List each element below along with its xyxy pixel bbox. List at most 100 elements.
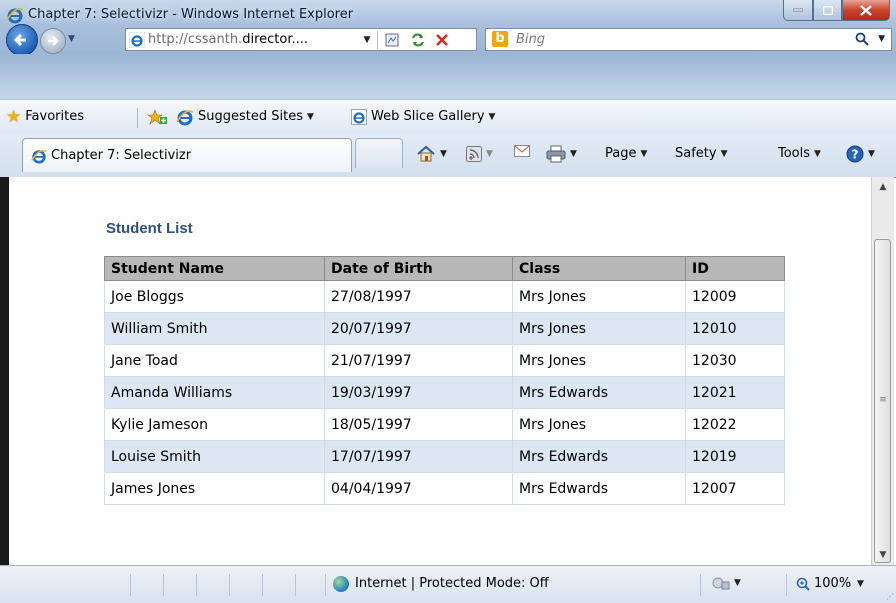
cell-student-name: William Smith [104,312,325,345]
scroll-down-button[interactable]: ▼ [872,545,894,565]
favorites-label: Favorites [25,109,84,124]
cell-class: Mrs Jones [512,344,686,377]
stop-button[interactable] [432,31,452,49]
scrollbar-thumb[interactable]: ≡ [874,239,891,563]
read-mail-button[interactable] [514,145,530,157]
cell-class: Mrs Jones [512,280,686,313]
column-header-id: ID [685,256,785,281]
search-box[interactable]: b Bing ▼ [485,28,892,51]
page-menu[interactable]: Page ▼ [605,145,647,163]
help-button[interactable]: ? ▼ [846,145,875,163]
cell-class: Mrs Edwards [512,376,686,409]
address-bar[interactable]: http://cssanth.director.... ▼ [125,28,477,51]
help-chevron-down-icon: ▼ [868,149,875,159]
table-row: Jane Toad 21/07/1997 Mrs Jones 12030 [104,344,785,377]
refresh-button[interactable] [408,31,428,49]
suggested-sites-label: Suggested Sites [198,109,303,124]
cell-id: 12030 [685,344,785,377]
address-dropdown[interactable]: ▼ [359,31,375,49]
column-header-class: Class [512,256,686,281]
suggested-sites-button[interactable]: Suggested Sites ▼ [176,108,314,126]
url-domain: director.... [242,32,309,47]
search-button[interactable] [855,32,869,51]
cell-student-name: Louise Smith [104,440,325,473]
tools-chevron-down-icon: ▼ [814,149,821,159]
forward-button[interactable] [40,28,66,54]
table-row: Kylie Jameson 18/05/1997 Mrs Jones 12022 [104,408,785,441]
feeds-icon [466,146,482,162]
feeds-chevron-down-icon: ▼ [486,149,493,159]
add-to-favorites-bar-button[interactable] [146,108,168,126]
status-separator [786,574,787,596]
status-separator [325,574,326,596]
scrollbar-grip-icon: ≡ [879,395,887,405]
forward-arrow-icon [48,36,59,46]
close-icon [860,4,872,16]
student-table: Student Name Date of Birth Class ID Joe … [104,256,785,505]
cell-student-name: Amanda Williams [104,376,325,409]
stop-icon [436,34,448,46]
add-ons-status-button[interactable]: ▼ [712,575,741,591]
cell-student-name: James Jones [104,472,325,505]
maximize-button[interactable] [813,0,842,21]
close-button[interactable] [842,0,890,21]
page-heading: Student List [106,220,193,237]
address-separator [377,31,378,49]
url-prefix: http://cssanth. [148,32,243,47]
column-header-student-name: Student Name [104,256,325,281]
cell-id: 12021 [685,376,785,409]
table-row: William Smith 20/07/1997 Mrs Jones 12010 [104,312,785,345]
favorites-separator [137,108,138,128]
back-button[interactable] [6,24,38,56]
status-separator [196,574,197,596]
protected-mode-chevron-down-icon: ▼ [734,578,741,588]
cell-class: Mrs Edwards [512,472,686,505]
feeds-button[interactable]: ▼ [466,145,493,163]
zoom-level-label: 100% [814,576,852,591]
compatibility-view-button[interactable] [382,31,402,49]
status-separator [229,574,230,596]
cell-id: 12009 [685,280,785,313]
title-bar: Chapter 7: Selectivizr - Windows Interne… [0,0,896,56]
home-button[interactable]: ▼ [416,145,447,163]
cell-date-of-birth: 04/04/1997 [324,472,513,505]
cell-class: Mrs Jones [512,312,686,345]
table-row: Joe Bloggs 27/08/1997 Mrs Jones 12009 [104,280,785,313]
print-chevron-down-icon: ▼ [570,149,577,159]
recent-pages-dropdown[interactable]: ▼ [68,34,75,44]
cell-date-of-birth: 20/07/1997 [324,312,513,345]
table-row: James Jones 04/04/1997 Mrs Edwards 12007 [104,472,785,505]
favorites-button[interactable]: ★ Favorites [6,108,84,126]
column-header-date-of-birth: Date of Birth [324,256,513,281]
status-bar: Internet | Protected Mode: Off ▼ 100% ▼ … [0,565,896,603]
zoom-chevron-down-icon[interactable]: ▼ [857,579,864,589]
vertical-scrollbar[interactable]: ▲ ≡ ▼ [871,177,894,565]
new-tab-button[interactable] [355,138,403,168]
svg-text:?: ? [852,148,859,162]
safety-menu-label: Safety [675,146,717,161]
print-icon [546,145,566,163]
zoom-level-button[interactable]: 100% [796,575,851,593]
print-button[interactable]: ▼ [546,145,577,163]
zoom-icon [796,577,810,591]
scroll-up-button[interactable]: ▲ [872,177,894,197]
search-options-dropdown[interactable]: ▼ [878,34,885,44]
web-slice-ie-icon [351,109,367,125]
security-zone[interactable]: Internet | Protected Mode: Off [333,575,549,593]
cell-class: Mrs Jones [512,408,686,441]
cell-id: 12007 [685,472,785,505]
resize-grip-icon[interactable]: ⋰ [886,592,894,601]
safety-menu[interactable]: Safety ▼ [675,145,728,163]
favorites-star-icon: ★ [6,107,22,127]
web-slice-gallery-label: Web Slice Gallery [371,109,485,124]
cell-id: 12019 [685,440,785,473]
web-slice-gallery-button[interactable]: Web Slice Gallery ▼ [351,108,495,126]
status-separator [163,574,164,596]
tab-active[interactable]: Chapter 7: Selectivizr [22,138,352,172]
tools-menu[interactable]: Tools ▼ [778,145,821,163]
cell-id: 12022 [685,408,785,441]
minimize-button[interactable] [783,0,813,21]
table-row: Louise Smith 17/07/1997 Mrs Edwards 1201… [104,440,785,473]
cell-id: 12010 [685,312,785,345]
chrome-band [0,54,896,99]
